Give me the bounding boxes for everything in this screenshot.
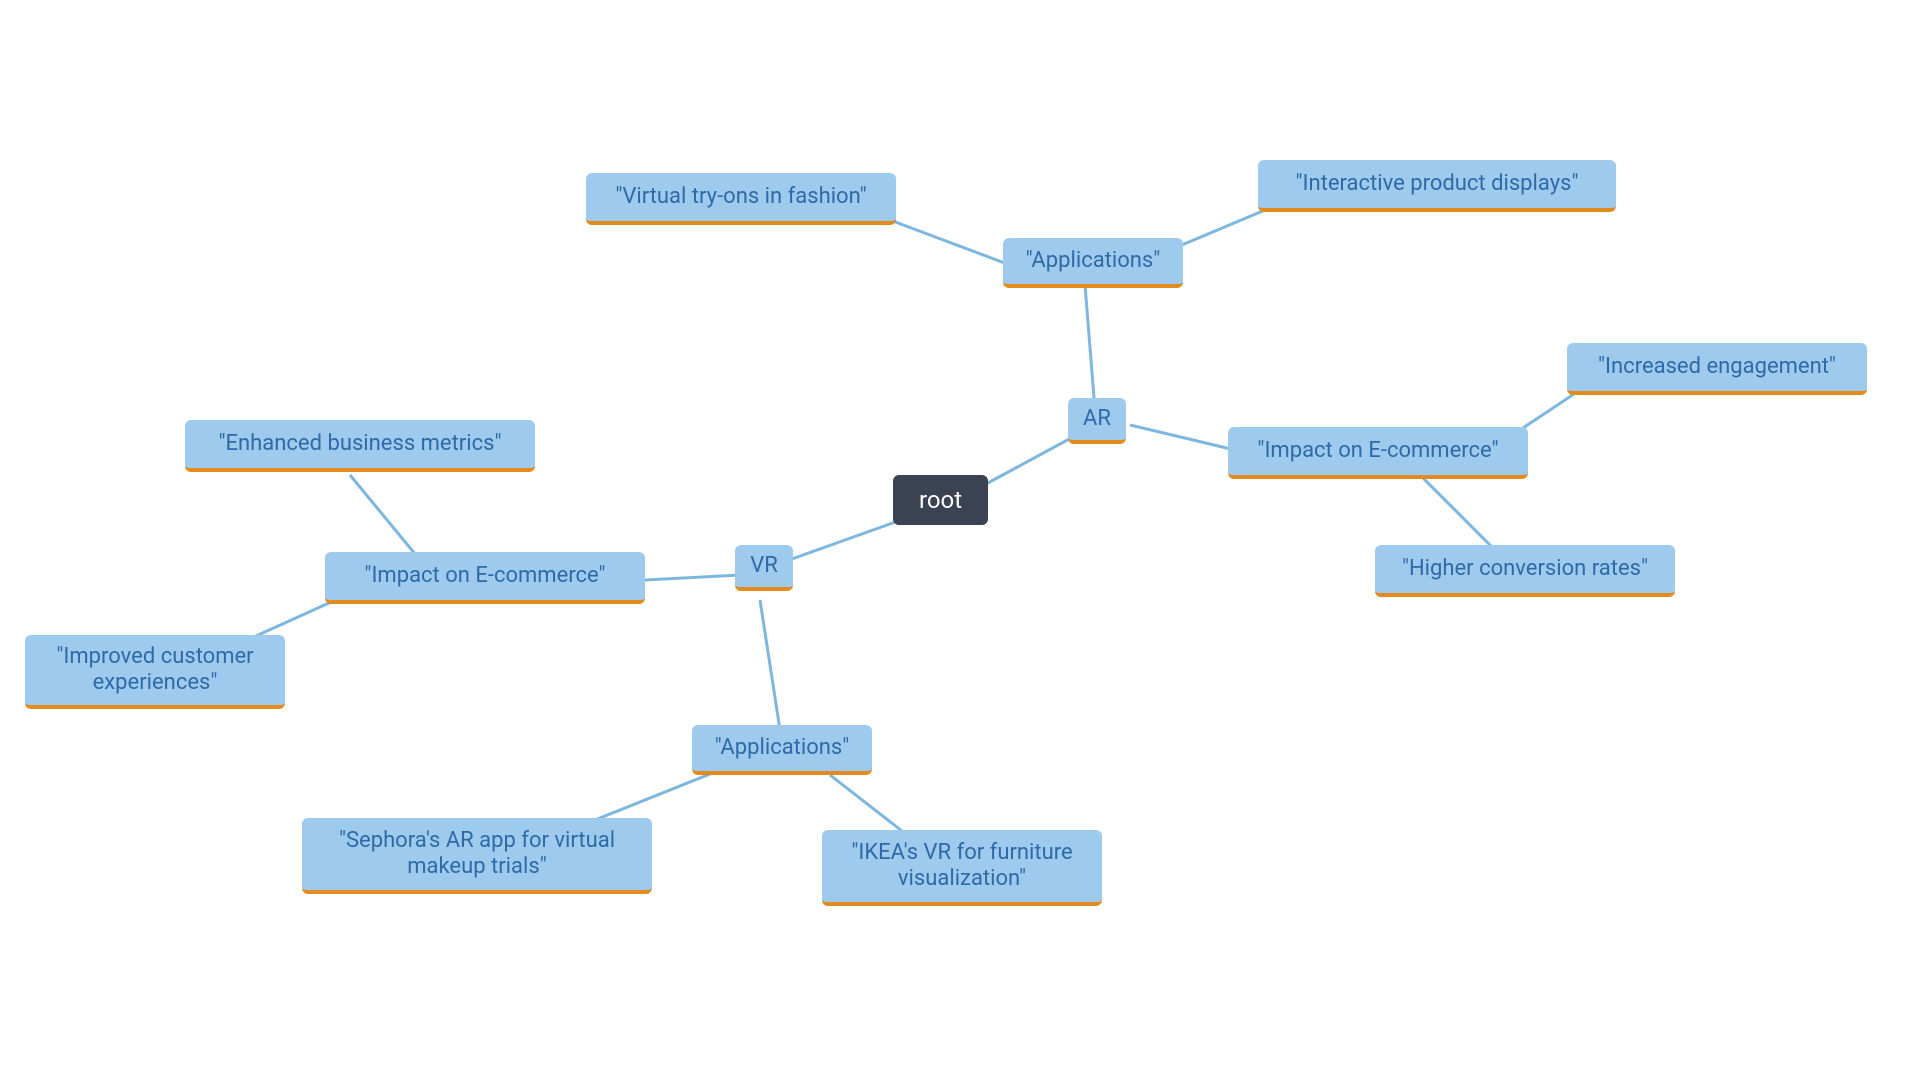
node-vr-impact-experiences-label: "Improved customer experiences": [43, 644, 267, 697]
node-vr-app-ikea[interactable]: "IKEA's VR for furniture visualization": [822, 830, 1102, 906]
node-vr-label: VR: [750, 553, 778, 579]
node-vr-impact-metrics[interactable]: "Enhanced business metrics": [185, 420, 535, 472]
node-ar-impact-engagement[interactable]: "Increased engagement": [1567, 343, 1867, 395]
node-vr-app-sephora-label: "Sephora's AR app for virtual makeup tri…: [320, 828, 634, 881]
node-ar-impact-label: "Impact on E-commerce": [1257, 438, 1498, 464]
node-vr-impact-label: "Impact on E-commerce": [364, 563, 605, 589]
node-vr[interactable]: VR: [735, 545, 793, 591]
node-vr-impact[interactable]: "Impact on E-commerce": [325, 552, 645, 604]
node-ar-impact-engagement-label: "Increased engagement": [1598, 354, 1836, 380]
node-ar-app-tryons[interactable]: "Virtual try-ons in fashion": [586, 173, 896, 225]
node-ar-app-displays[interactable]: "Interactive product displays": [1258, 160, 1616, 212]
node-vr-app-ikea-label: "IKEA's VR for furniture visualization": [840, 840, 1084, 893]
node-ar-app-displays-label: "Interactive product displays": [1295, 171, 1578, 197]
node-ar-impact-conversion-label: "Higher conversion rates": [1402, 556, 1648, 582]
node-vr-applications[interactable]: "Applications": [692, 725, 872, 775]
node-vr-applications-label: "Applications": [715, 735, 850, 761]
node-ar-label: AR: [1083, 406, 1111, 432]
diagram-canvas: root AR VR "Applications" "Virtual try-o…: [0, 0, 1920, 1080]
node-ar-applications-label: "Applications": [1026, 248, 1161, 274]
node-ar-impact[interactable]: "Impact on E-commerce": [1228, 427, 1528, 479]
diagram-edges: [0, 0, 1920, 1080]
node-vr-impact-experiences[interactable]: "Improved customer experiences": [25, 635, 285, 709]
node-root[interactable]: root: [893, 475, 988, 525]
node-vr-impact-metrics-label: "Enhanced business metrics": [218, 431, 501, 457]
node-vr-app-sephora[interactable]: "Sephora's AR app for virtual makeup tri…: [302, 818, 652, 894]
node-ar-app-tryons-label: "Virtual try-ons in fashion": [615, 184, 866, 210]
node-ar-applications[interactable]: "Applications": [1003, 238, 1183, 288]
node-root-label: root: [919, 486, 962, 515]
node-ar-impact-conversion[interactable]: "Higher conversion rates": [1375, 545, 1675, 597]
node-ar[interactable]: AR: [1068, 398, 1126, 444]
